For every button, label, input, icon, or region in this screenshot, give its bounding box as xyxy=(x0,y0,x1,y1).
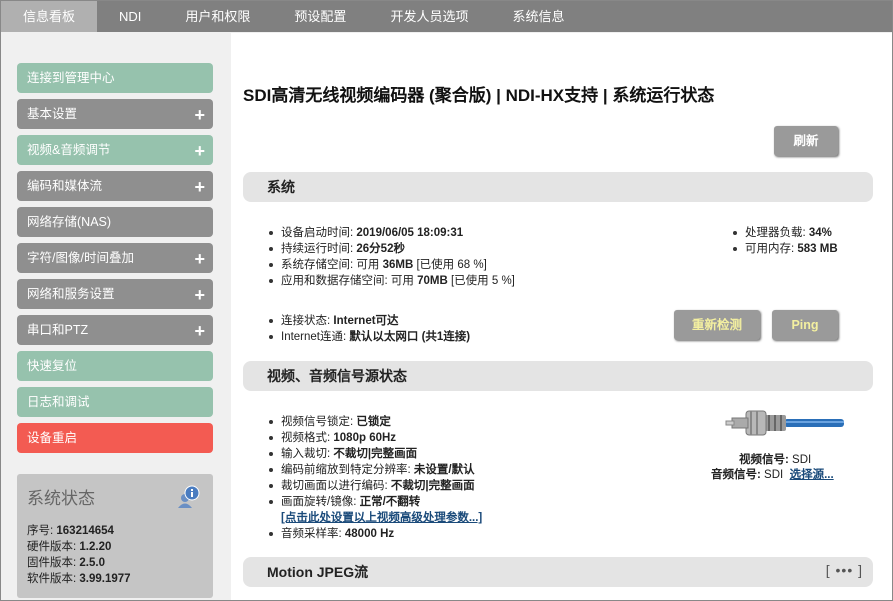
sdi-cable-icon xyxy=(725,410,844,436)
list-item: 输入裁切: 不裁切|完整画面 xyxy=(267,446,482,462)
firmware-version: 固件版本: 2.5.0 xyxy=(27,557,105,569)
list-item: 画面旋转/镜像: 正常/不翻转 xyxy=(267,494,482,510)
sidebar-item-label: 网络存储(NAS) xyxy=(27,215,112,229)
list-item: 连接状态: Internet可达 xyxy=(267,313,470,329)
section-av-source[interactable]: 视频、音频信号源状态 xyxy=(243,361,873,391)
list-item: 设备启动时间: 2019/06/05 18:09:31 xyxy=(267,225,515,241)
plus-icon: + xyxy=(194,105,205,125)
sidebar-item-nas[interactable]: 网络存储(NAS) xyxy=(17,207,213,237)
sidebar-item-label: 基本设置 xyxy=(27,107,78,121)
sidebar-item-label: 快速复位 xyxy=(27,359,78,373)
more-icon[interactable]: [ ••• ] xyxy=(826,562,863,578)
tab-users-permissions[interactable]: 用户和权限 xyxy=(163,1,272,32)
recheck-button[interactable]: 重新检测 xyxy=(674,310,760,340)
section-mjpeg[interactable]: Motion JPEG流 [ ••• ] xyxy=(243,557,873,587)
sidebar: 连接到管理中心 基本设置 + 视频&音频调节 + 编码和媒体流 + 网络存储(NAS)… xyxy=(17,63,213,459)
plus-icon: + xyxy=(194,141,205,161)
sidebar-item-label: 视频&音频调节 xyxy=(27,143,111,157)
sidebar-item-label: 串口和PTZ xyxy=(27,323,89,337)
av-info-list: 视频信号锁定: 已锁定 视频格式: 1080p 60Hz 输入裁切: 不裁切|完… xyxy=(267,414,482,542)
select-source-link[interactable]: 选择源... xyxy=(790,469,834,481)
list-item: 视频信号锁定: 已锁定 xyxy=(267,414,482,430)
system-load-list: 处理器负载: 34% 可用内存: 583 MB xyxy=(731,225,838,257)
section-title: Motion JPEG流 xyxy=(267,564,369,580)
list-item: 系统存储空间: 可用 36MB [已使用 68 %] xyxy=(267,257,515,273)
list-item: 处理器负载: 34% xyxy=(731,225,838,241)
refresh-button[interactable]: 刷新 xyxy=(774,126,838,156)
sidebar-item-quick-reset[interactable]: 快速复位 xyxy=(17,351,213,381)
sidebar-item-encoding-streaming[interactable]: 编码和媒体流 + xyxy=(17,171,213,201)
tab-ndi[interactable]: NDI xyxy=(97,1,163,32)
tab-developer-options[interactable]: 开发人员选项 xyxy=(368,1,490,32)
sidebar-item-basic-settings[interactable]: 基本设置 + xyxy=(17,99,213,129)
section-system[interactable]: 系统 xyxy=(243,172,873,202)
users-info-icon[interactable] xyxy=(177,484,201,508)
list-item: 编码前缩放到特定分辨率: 未设置/默认 xyxy=(267,462,482,478)
serial-number: 序号: 163214654 xyxy=(27,525,114,537)
list-item: 裁切画面以进行编码: 不裁切|完整画面 xyxy=(267,478,482,494)
section-title: 视频、音频信号源状态 xyxy=(267,368,407,384)
sidebar-item-label: 设备重启 xyxy=(27,431,78,445)
plus-icon: + xyxy=(194,321,205,341)
plus-icon: + xyxy=(194,249,205,269)
sidebar-item-connect-management[interactable]: 连接到管理中心 xyxy=(17,63,213,93)
list-item: [点击此处设置以上视频高级处理参数...] xyxy=(267,510,482,526)
tab-presets[interactable]: 预设配置 xyxy=(272,1,368,32)
sidebar-item-serial-ptz[interactable]: 串口和PTZ + xyxy=(17,315,213,345)
page-title: SDI高清无线视频编码器 (聚合版) | NDI-HX支持 | 系统运行状态 xyxy=(243,86,715,105)
system-status-box: 系统状态 序号: 163214654 硬件版本: 1.2.20 固件版本: 2.… xyxy=(17,474,213,598)
list-item: Internet连通: 默认以太网口 (共1连接) xyxy=(267,329,470,345)
list-item: 视频格式: 1080p 60Hz xyxy=(267,430,482,446)
sidebar-item-label: 日志和调试 xyxy=(27,395,90,409)
list-item: 持续运行时间: 26分52秒 xyxy=(267,241,515,257)
sidebar-item-network-services[interactable]: 网络和服务设置 + xyxy=(17,279,213,309)
software-version: 软件版本: 3.99.1977 xyxy=(27,573,131,585)
plus-icon: + xyxy=(194,285,205,305)
tab-dashboard[interactable]: 信息看板 xyxy=(1,1,98,32)
list-item: 应用和数据存储空间: 可用 70MB [已使用 5 %] xyxy=(267,273,515,289)
system-info-list: 设备启动时间: 2019/06/05 18:09:31 持续运行时间: 26分5… xyxy=(267,225,515,289)
sidebar-item-label: 编码和媒体流 xyxy=(27,179,103,193)
plus-icon: + xyxy=(194,177,205,197)
advanced-video-settings-link[interactable]: [点击此处设置以上视频高级处理参数...] xyxy=(281,512,482,524)
connection-list: 连接状态: Internet可达 Internet连通: 默认以太网口 (共1连… xyxy=(267,313,470,345)
sidebar-item-video-audio[interactable]: 视频&音频调节 + xyxy=(17,135,213,165)
sidebar-item-reboot[interactable]: 设备重启 xyxy=(17,423,213,453)
section-title: 系统 xyxy=(267,179,295,195)
video-signal: 视频信号: SDI xyxy=(739,454,812,466)
top-nav: 信息看板 NDI 用户和权限 预设配置 开发人员选项 系统信息 xyxy=(1,1,892,32)
tab-system-info[interactable]: 系统信息 xyxy=(490,1,586,32)
sidebar-item-label: 连接到管理中心 xyxy=(27,71,115,85)
main-panel: SDI高清无线视频编码器 (聚合版) | NDI-HX支持 | 系统运行状态 刷… xyxy=(231,33,892,600)
list-item: 可用内存: 583 MB xyxy=(731,241,838,257)
ping-button[interactable]: Ping xyxy=(772,310,838,340)
list-item: 音频采样率: 48000 Hz xyxy=(267,526,482,542)
hardware-version: 硬件版本: 1.2.20 xyxy=(27,541,112,553)
sidebar-item-logs-debug[interactable]: 日志和调试 xyxy=(17,387,213,417)
sidebar-item-label: 字符/图像/时间叠加 xyxy=(27,251,134,265)
audio-signal: 音频信号: SDI 选择源... xyxy=(711,469,834,481)
sidebar-item-overlay[interactable]: 字符/图像/时间叠加 + xyxy=(17,243,213,273)
sidebar-item-label: 网络和服务设置 xyxy=(27,287,115,301)
